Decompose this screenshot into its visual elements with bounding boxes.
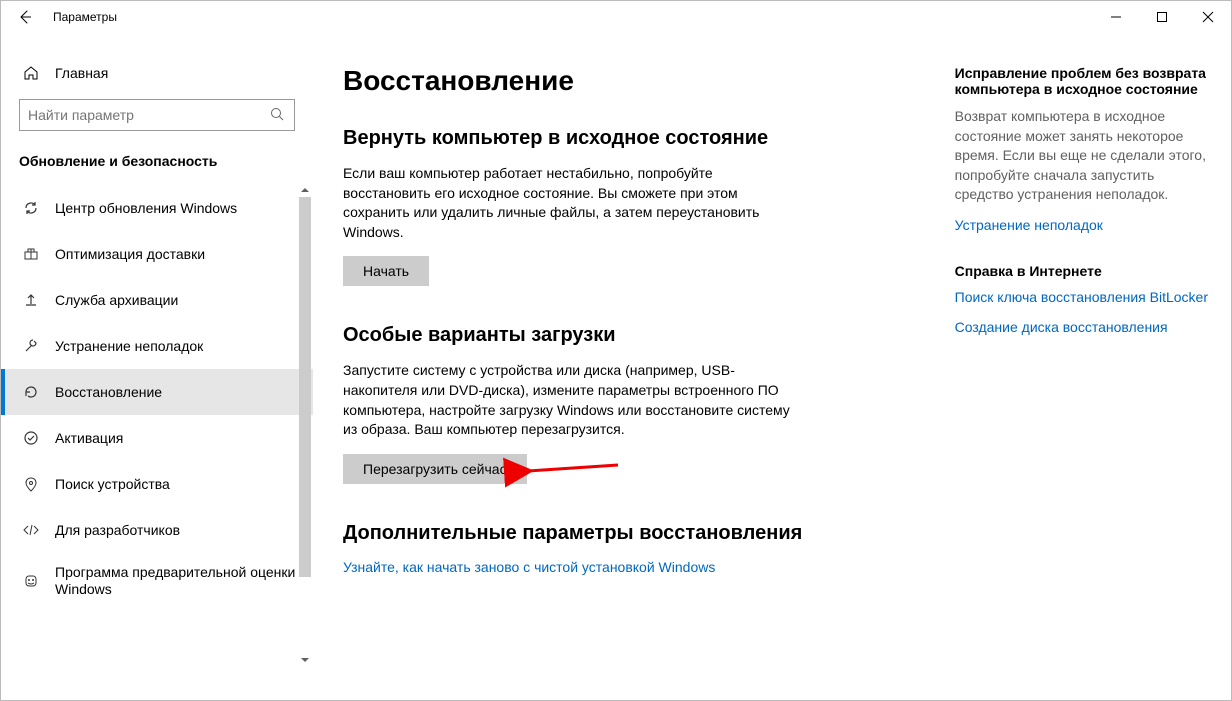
- sync-icon: [23, 200, 39, 216]
- search-box[interactable]: [19, 99, 295, 131]
- insider-icon: [23, 573, 39, 589]
- wrench-icon: [23, 338, 39, 354]
- home-link[interactable]: Главная: [1, 53, 313, 93]
- sidebar-item-windows-update[interactable]: Центр обновления Windows: [1, 185, 313, 231]
- bitlocker-key-link[interactable]: Поиск ключа восстановления BitLocker: [955, 289, 1211, 305]
- aside-help-heading: Справка в Интернете: [955, 263, 1211, 279]
- sidebar-item-label: Служба архивации: [55, 292, 178, 308]
- page-title: Восстановление: [343, 65, 935, 97]
- back-button[interactable]: [1, 1, 49, 33]
- window-title: Параметры: [49, 10, 117, 24]
- sidebar-item-label: Программа предварительной оценки Windows: [55, 564, 313, 598]
- upload-icon: [23, 292, 39, 308]
- more-recovery-group: Дополнительные параметры восстановления …: [343, 522, 803, 575]
- titlebar: Параметры: [1, 1, 1231, 33]
- home-icon: [23, 65, 39, 81]
- search-input[interactable]: [28, 107, 270, 123]
- maximize-icon: [1157, 12, 1167, 22]
- recovery-drive-link[interactable]: Создание диска восстановления: [955, 319, 1211, 335]
- sidebar-item-label: Поиск устройства: [55, 476, 170, 492]
- sidebar-item-developers[interactable]: Для разработчиков: [1, 507, 313, 553]
- aside-help-block: Справка в Интернете Поиск ключа восстано…: [955, 263, 1211, 335]
- scrollbar-thumb[interactable]: [299, 197, 311, 577]
- sidebar-item-find-device[interactable]: Поиск устройства: [1, 461, 313, 507]
- delivery-icon: [23, 246, 39, 262]
- location-icon: [23, 476, 39, 492]
- sidebar-item-label: Оптимизация доставки: [55, 246, 205, 262]
- check-circle-icon: [23, 430, 39, 446]
- close-button[interactable]: [1185, 1, 1231, 33]
- scroll-up-arrow-icon: [297, 185, 313, 195]
- advanced-startup-heading: Особые варианты загрузки: [343, 324, 803, 347]
- minimize-icon: [1111, 12, 1121, 22]
- sidebar-scrollbar[interactable]: [297, 185, 313, 665]
- maximize-button[interactable]: [1139, 1, 1185, 33]
- aside-fix-heading: Исправление проблем без возврата компьют…: [955, 65, 1211, 97]
- reset-pc-desc: Если ваш компьютер работает нестабильно,…: [343, 164, 803, 242]
- fresh-start-link[interactable]: Узнайте, как начать заново с чистой уста…: [343, 559, 715, 575]
- sidebar-item-label: Активация: [55, 430, 123, 446]
- sidebar-item-delivery-optimization[interactable]: Оптимизация доставки: [1, 231, 313, 277]
- sidebar-item-label: Восстановление: [55, 384, 162, 400]
- sidebar-item-insider[interactable]: Программа предварительной оценки Windows: [1, 553, 313, 609]
- search-icon: [270, 107, 286, 124]
- reset-pc-group: Вернуть компьютер в исходное состояние Е…: [343, 127, 803, 286]
- annotation-arrow-icon: [513, 457, 623, 481]
- main-column: Восстановление Вернуть компьютер в исход…: [343, 65, 935, 700]
- advanced-startup-group: Особые варианты загрузки Запустите систе…: [343, 324, 803, 483]
- scroll-down-arrow-icon: [297, 655, 313, 665]
- sidebar: Главная Обновление и безопасность Центр …: [1, 33, 313, 700]
- code-icon: [23, 522, 39, 538]
- sidebar-item-activation[interactable]: Активация: [1, 415, 313, 461]
- sidebar-item-backup[interactable]: Служба архивации: [1, 277, 313, 323]
- reset-start-button[interactable]: Начать: [343, 256, 429, 286]
- more-recovery-heading: Дополнительные параметры восстановления: [343, 522, 803, 545]
- aside-column: Исправление проблем без возврата компьют…: [955, 65, 1211, 700]
- sidebar-item-recovery[interactable]: Восстановление: [1, 369, 313, 415]
- arrow-left-icon: [18, 10, 32, 24]
- settings-window: Параметры Главная Обновление и бе: [0, 0, 1232, 701]
- sidebar-section-title: Обновление и безопасность: [1, 131, 313, 175]
- reset-pc-heading: Вернуть компьютер в исходное состояние: [343, 127, 803, 150]
- minimize-button[interactable]: [1093, 1, 1139, 33]
- sidebar-item-troubleshoot[interactable]: Устранение неполадок: [1, 323, 313, 369]
- recovery-icon: [23, 384, 39, 400]
- restart-now-button[interactable]: Перезагрузить сейчас: [343, 454, 527, 484]
- home-label: Главная: [55, 65, 108, 81]
- close-icon: [1203, 12, 1213, 22]
- sidebar-item-label: Для разработчиков: [55, 522, 180, 538]
- aside-fix-block: Исправление проблем без возврата компьют…: [955, 65, 1211, 233]
- content-area: Восстановление Вернуть компьютер в исход…: [313, 33, 1231, 700]
- aside-fix-text: Возврат компьютера в исходное состояние …: [955, 107, 1211, 205]
- sidebar-item-label: Устранение неполадок: [55, 338, 203, 354]
- sidebar-item-label: Центр обновления Windows: [55, 200, 237, 216]
- sidebar-nav: Центр обновления Windows Оптимизация дос…: [1, 185, 313, 665]
- troubleshoot-link[interactable]: Устранение неполадок: [955, 217, 1211, 233]
- advanced-startup-desc: Запустите систему с устройства или диска…: [343, 361, 803, 439]
